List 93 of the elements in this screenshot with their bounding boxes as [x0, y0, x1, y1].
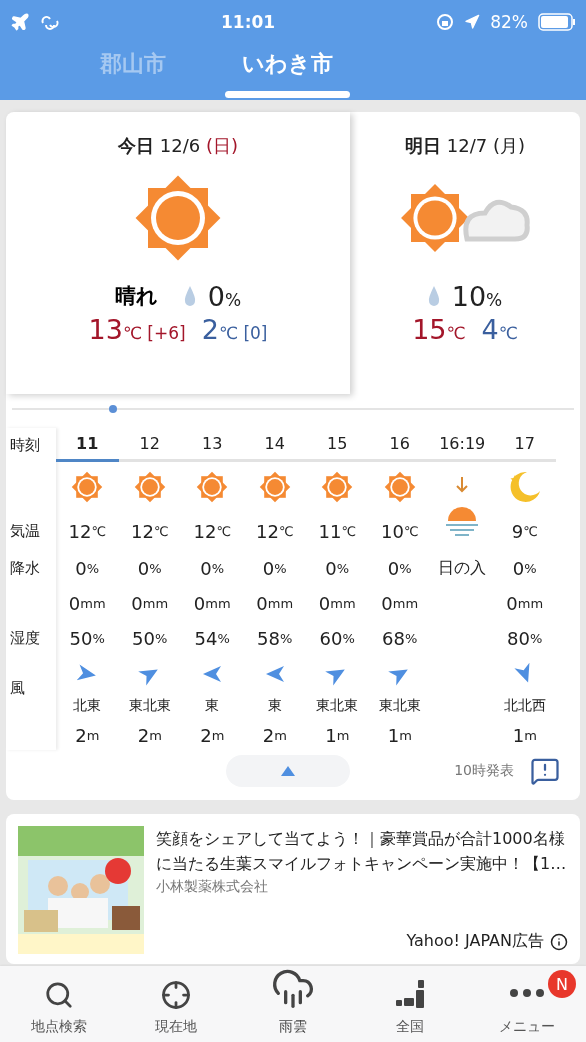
crosshair-icon	[160, 980, 191, 1010]
precipitation-chance: 0%	[511, 556, 538, 581]
nav-item[interactable]: 地点検索	[30, 966, 87, 1042]
time-header[interactable]: 17	[493, 428, 556, 462]
wind-direction: 北北西	[502, 696, 547, 715]
day-heading: 今日 12/6 (日)	[118, 134, 238, 158]
issued-time: 10時発表	[454, 762, 514, 780]
ad-title[interactable]: 笑顔をシェアして当てよう！｜豪華賞品が合計1000名様に当たる生葉スマイルフォトキャンペーン実施中！【1…	[156, 826, 568, 876]
time-header[interactable]: 16	[368, 428, 431, 462]
temperature: 12℃	[255, 519, 295, 544]
more-icon	[510, 989, 545, 997]
humidity: 50%	[68, 626, 106, 651]
wind-speed: 1m	[511, 723, 538, 748]
battery-percentage: 82%	[490, 12, 528, 32]
temperature: 12℃	[67, 519, 107, 544]
precipitation-chance: 0%	[207, 280, 242, 312]
humidity: 58%	[256, 626, 294, 651]
ad-sponsor: 小林製薬株式会社	[156, 878, 269, 896]
precipitation-chance: 0%	[261, 556, 288, 581]
humidity: 50%	[131, 626, 169, 651]
low-temperature: 4℃	[481, 314, 518, 345]
time-header[interactable]: 15	[306, 428, 369, 462]
wind-speed: 1 m	[324, 723, 351, 748]
row-label: 風	[9, 677, 26, 699]
wind-speed: 2 m	[74, 723, 101, 748]
rainfall: 0mm	[380, 591, 420, 616]
airplane-mode-icon	[10, 12, 30, 32]
wind-speed: 2m	[136, 723, 163, 748]
row-label: 気温	[9, 520, 41, 542]
temperature: 12℃	[192, 519, 232, 544]
row-label: 時刻	[9, 434, 41, 456]
precipitation-chance: 0%	[136, 556, 163, 581]
location-arrow-icon	[464, 14, 481, 30]
time-header[interactable]: 14	[243, 428, 306, 462]
day-heading: 明日 12/7 (月)	[405, 134, 525, 158]
high-temperature: 15℃	[412, 314, 466, 345]
wind-speed: 2 m	[199, 723, 226, 748]
battery-icon	[538, 13, 576, 31]
temperature: 10℃	[380, 519, 420, 544]
wind-direction: 東	[266, 696, 283, 715]
wind-speed: 1m	[386, 723, 413, 748]
wind-arrow-icon	[201, 663, 224, 685]
wind-direction: 東北東	[315, 696, 360, 715]
temperature: 9℃	[510, 519, 539, 544]
info-icon[interactable]	[550, 932, 568, 951]
time-header[interactable]: 12	[118, 428, 181, 462]
nav-item[interactable]: 雨雲	[271, 966, 315, 1042]
rainfall: 0mm	[317, 591, 357, 616]
temperature: 12℃	[130, 519, 170, 544]
triangle-up-icon	[280, 765, 296, 777]
raindrop-icon	[183, 286, 196, 306]
row-label: 湿度	[9, 627, 41, 649]
low-temperature: 2℃ [0]	[201, 314, 268, 345]
sunset-label: 日の入	[437, 556, 488, 579]
rainfall: 0mm	[192, 591, 232, 616]
precipitation-chance: 0%	[74, 556, 101, 581]
time-header: 16:19	[431, 428, 494, 462]
weather-label: 晴れ	[114, 283, 158, 310]
humidity: 68%	[381, 626, 419, 651]
feedback-icon[interactable]	[530, 756, 560, 786]
temperature: 11℃	[317, 519, 357, 544]
humidity: 54%	[193, 626, 231, 651]
rainfall: 0mm	[255, 591, 295, 616]
rainfall: 0mm	[130, 591, 170, 616]
link-icon	[40, 14, 60, 30]
precipitation-chance: 0%	[199, 556, 226, 581]
rainfall: 0mm	[505, 591, 545, 616]
wind-direction: 北東	[72, 696, 103, 715]
clock: 11:01	[220, 12, 277, 32]
humidity: 80%	[506, 626, 544, 651]
row-label: 降水	[9, 557, 41, 579]
precipitation-chance: 0%	[386, 556, 413, 581]
wind-speed: 2m	[261, 723, 288, 748]
wind-direction: 東北東	[127, 696, 172, 715]
time-header[interactable]: 11	[56, 428, 119, 462]
raindrop-icon	[427, 286, 440, 306]
time-header[interactable]: 13	[181, 428, 244, 462]
ad-card[interactable]: 笑顔をシェアして当てよう！｜豪華賞品が合計1000名様に当たる生葉スマイルフォトキャンペーン実施中！【1… 小林製薬株式会社 Yahoo! JAPAN広告	[6, 814, 580, 964]
wind-direction: 東	[204, 696, 221, 715]
notification-badge: N	[548, 970, 576, 998]
rotation-lock-icon	[436, 13, 455, 31]
map-icon	[394, 978, 427, 1010]
nav-item[interactable]: 現在地	[154, 966, 197, 1042]
precipitation-chance: 0%	[324, 556, 351, 581]
nav-item[interactable]: 全国	[394, 966, 427, 1042]
high-temperature: 13℃ [+6]	[88, 314, 186, 345]
ad-label: Yahoo! JAPAN広告	[406, 931, 544, 952]
rainfall: 0mm	[67, 591, 107, 616]
humidity: 60%	[318, 626, 356, 651]
wind-direction: 東北東	[377, 696, 422, 715]
precipitation-chance: 10%	[451, 280, 503, 312]
search-icon	[43, 980, 74, 1010]
scroll-indicator	[109, 405, 117, 413]
